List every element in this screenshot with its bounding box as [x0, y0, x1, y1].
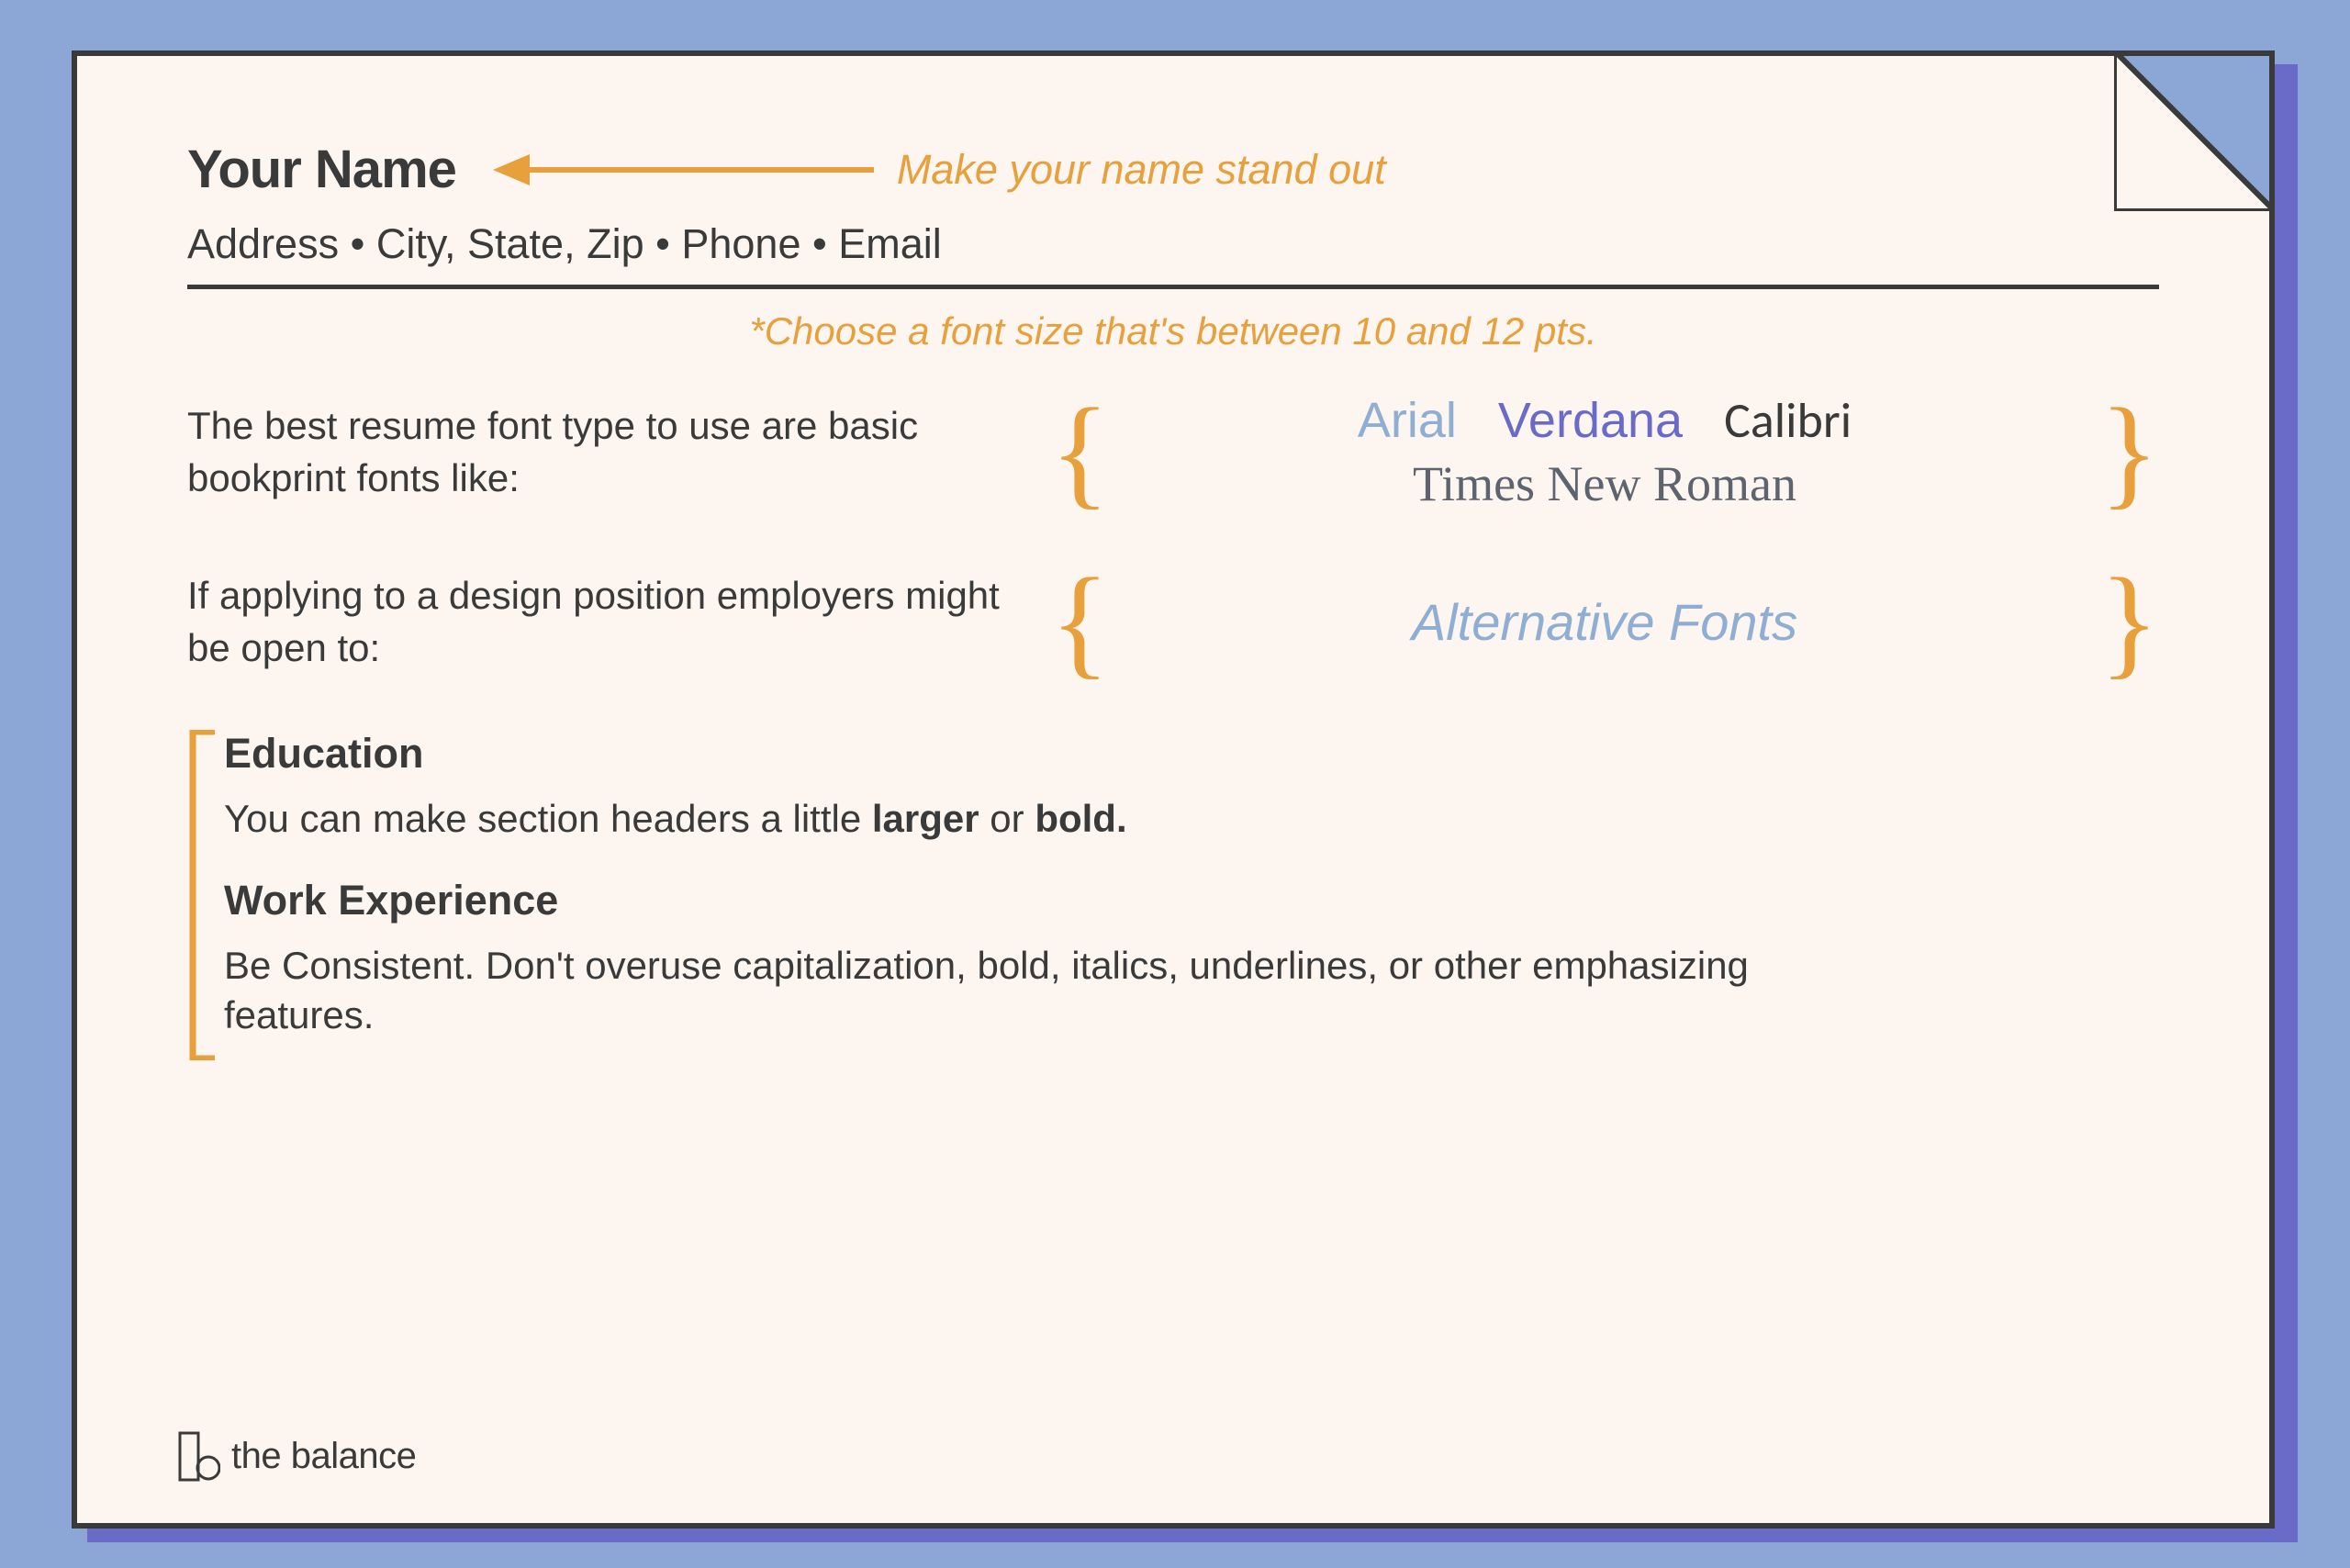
- work-body: Be Consistent. Don't overuse capitalizat…: [187, 941, 1821, 1041]
- font-verdana: Verdana: [1498, 392, 1683, 449]
- alt-fonts-examples: Alternative Fonts: [1128, 592, 2081, 652]
- contact-line: Address • City, State, Zip • Phone • Ema…: [187, 220, 2159, 268]
- alt-fonts-label: If applying to a design position employe…: [187, 570, 1050, 674]
- work-heading: Work Experience: [224, 877, 2159, 924]
- resume-page: Your Name Make your name stand out Addre…: [72, 50, 2275, 1529]
- name-heading: Your Name: [187, 139, 456, 200]
- brand-name: the balance: [231, 1436, 416, 1477]
- header-row: Your Name Make your name stand out: [187, 139, 2159, 200]
- font-arial: Arial: [1358, 392, 1457, 449]
- balance-logo-icon: [178, 1431, 220, 1482]
- header-divider: [187, 285, 2159, 289]
- brace-open-icon: {: [1050, 560, 1110, 684]
- education-body-bold2: bold.: [1035, 797, 1126, 840]
- alt-fonts-brace: { Alternative Fonts }: [1050, 560, 2159, 684]
- basic-fonts-brace: { Arial Verdana Calibri Times New Roman …: [1050, 390, 2159, 514]
- education-body: You can make section headers a little la…: [224, 794, 2159, 845]
- education-body-mid: or: [979, 797, 1035, 840]
- brace-close-icon: }: [2099, 390, 2159, 514]
- name-callout-arrow: [493, 147, 878, 193]
- name-tip: Make your name stand out: [897, 146, 1386, 194]
- education-body-pre: You can make section headers a little: [224, 797, 872, 840]
- font-alternative: Alternative Fonts: [1412, 592, 1797, 652]
- brand-logo: the balance: [178, 1431, 416, 1482]
- font-size-tip: *Choose a font size that's between 10 an…: [187, 309, 2159, 353]
- alt-fonts-row: If applying to a design position employe…: [187, 560, 2159, 684]
- education-heading: Education: [224, 730, 2159, 778]
- basic-fonts-row: The best resume font type to use are bas…: [187, 390, 2159, 514]
- page-corner-fold: [2114, 50, 2275, 211]
- brace-close-icon: }: [2099, 560, 2159, 684]
- font-times: Times New Roman: [1413, 455, 1796, 512]
- basic-fonts-examples: Arial Verdana Calibri Times New Roman: [1128, 392, 2081, 511]
- education-section: Education You can make section headers a…: [224, 730, 2159, 845]
- bracket-left-icon: [187, 730, 215, 1060]
- work-section: Work Experience: [224, 877, 2159, 924]
- education-body-bold1: larger: [872, 797, 979, 840]
- basic-fonts-label: The best resume font type to use are bas…: [187, 400, 1050, 504]
- brace-open-icon: {: [1050, 390, 1110, 514]
- font-calibri: Calibri: [1724, 392, 1852, 449]
- sections-bracket-group: Education You can make section headers a…: [187, 730, 2159, 924]
